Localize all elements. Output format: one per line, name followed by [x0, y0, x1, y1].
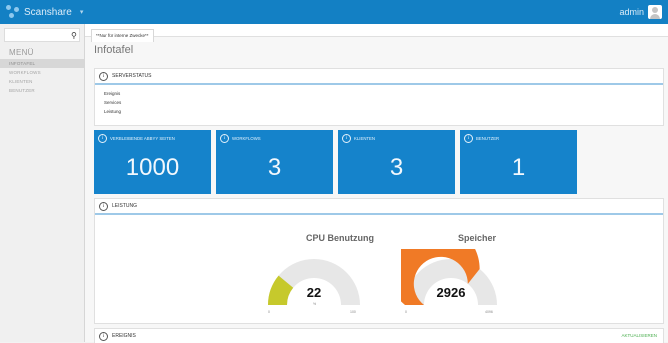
memory-gauge-min: 0	[405, 310, 407, 314]
memory-gauge-max: 4096	[485, 310, 493, 314]
cpu-gauge-value: 22	[306, 285, 322, 300]
info-icon: i	[99, 71, 108, 81]
cpu-gauge-max: 100	[350, 310, 356, 314]
menu-title: MENÜ	[9, 48, 34, 57]
info-icon: i	[342, 134, 351, 143]
brand-name: Scanshare	[24, 6, 72, 18]
serverstatus-header[interactable]: i SERVERSTATUS	[95, 69, 663, 85]
search-icon[interactable]: ⚲	[71, 31, 77, 40]
tile-value: 3	[389, 154, 404, 181]
page-title: Infotafel	[94, 44, 134, 56]
tile-workflows[interactable]: i WORKFLOWS 3	[216, 130, 333, 194]
tile-value: 1000	[125, 154, 180, 181]
sidebar-item-benutzer[interactable]: BENUTZER	[0, 86, 84, 95]
tile-label: WORKFLOWS	[232, 136, 261, 141]
search-input[interactable]	[5, 32, 71, 38]
ereignis-header[interactable]: i EREIGNIS	[95, 329, 663, 343]
top-bar: Scanshare ▾ admin	[0, 0, 668, 24]
info-icon: i	[99, 331, 108, 341]
ereignis-title: EREIGNIS	[112, 333, 136, 339]
tile-label: KLIENTEN	[354, 136, 376, 141]
leistung-header[interactable]: i LEISTUNG	[95, 199, 663, 215]
tab-internal[interactable]: **Nur für interne Zwecke**	[91, 29, 154, 42]
refresh-button[interactable]: AKTUALISIEREN	[621, 333, 657, 338]
status-row[interactable]: Ereignis	[104, 89, 663, 98]
memory-gauge-value: 2926	[436, 285, 466, 300]
sidebar-item-klienten[interactable]: KLIENTEN	[0, 77, 84, 86]
cpu-gauge-min: 0	[268, 310, 270, 314]
info-icon: i	[464, 134, 473, 143]
sidebar: ⚲ MENÜ INFOTAFEL WORKFLOWS KLIENTEN BENU…	[0, 24, 85, 342]
leistung-panel: i LEISTUNG CPU Benutzung 22 % 0 100 Spei…	[94, 198, 664, 324]
info-icon: i	[220, 134, 229, 143]
scanshare-logo-icon	[6, 5, 20, 19]
stat-tiles: i VERBLEIBENDE ABBYY SEITEN 1000 i WORKFLO…	[94, 130, 662, 194]
sidebar-item-infotafel[interactable]: INFOTAFEL	[0, 59, 84, 68]
tile-value: 1	[511, 154, 526, 181]
tab-bar: **Nur für interne Zwecke**	[85, 24, 668, 42]
brand[interactable]: Scanshare ▾	[0, 5, 83, 19]
search-box: ⚲	[4, 28, 80, 42]
info-icon: i	[98, 134, 107, 143]
tile-value: 3	[267, 154, 282, 181]
cpu-gauge-unit: %	[313, 302, 317, 306]
tile-benutzer[interactable]: i BENUTZER 1	[460, 130, 577, 194]
status-row[interactable]: Leistung	[104, 107, 663, 116]
sidebar-item-workflows[interactable]: WORKFLOWS	[0, 68, 84, 77]
info-icon: i	[99, 201, 108, 211]
serverstatus-title: SERVERSTATUS	[112, 73, 152, 79]
tile-klienten[interactable]: i KLIENTEN 3	[338, 130, 455, 194]
tile-abbyy-pages[interactable]: i VERBLEIBENDE ABBYY SEITEN 1000	[94, 130, 211, 194]
avatar[interactable]	[648, 5, 662, 19]
serverstatus-panel: i SERVERSTATUS Ereignis Services Leistun…	[94, 68, 664, 126]
user-menu[interactable]: admin	[619, 5, 668, 19]
tile-label: BENUTZER	[476, 136, 500, 141]
leistung-title: LEISTUNG	[112, 203, 138, 209]
memory-gauge-title: Speicher	[457, 233, 497, 243]
main-content: **Nur für interne Zwecke** Infotafel i S…	[85, 24, 668, 343]
chevron-down-icon[interactable]: ▾	[80, 8, 84, 16]
status-row[interactable]: Services	[104, 98, 663, 107]
cpu-gauge-title: CPU Benutzung	[306, 233, 374, 243]
ereignis-panel: i EREIGNIS AKTUALISIEREN	[94, 328, 664, 343]
tile-label: VERBLEIBENDE ABBYY SEITEN	[110, 136, 175, 141]
username: admin	[619, 7, 644, 17]
status-list: Ereignis Services Leistung	[95, 85, 663, 116]
